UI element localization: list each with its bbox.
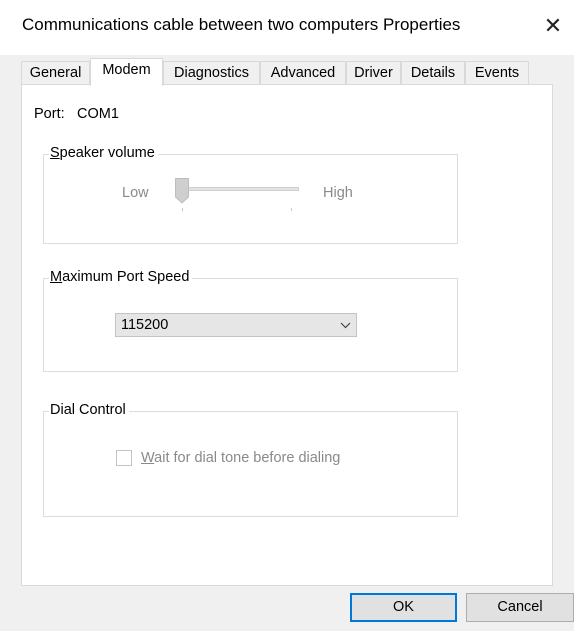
slider-thumb-shape xyxy=(175,178,189,204)
cancel-button[interactable]: Cancel xyxy=(466,593,574,622)
volume-slider-track xyxy=(178,187,299,191)
speaker-volume-title-rest: peaker volume xyxy=(59,145,155,161)
tab-general[interactable]: General xyxy=(21,61,90,85)
tab-events[interactable]: Events xyxy=(465,61,529,85)
wait-dial-tone-access-key: W xyxy=(141,450,155,466)
volume-low-label: Low xyxy=(122,185,149,201)
tab-modem[interactable]: Modem xyxy=(90,58,163,86)
properties-dialog: Communications cable between two compute… xyxy=(0,0,574,631)
wait-dial-tone-label[interactable]: Wait for dial tone before dialing xyxy=(141,450,340,466)
tab-details[interactable]: Details xyxy=(401,61,465,85)
ok-button[interactable]: OK xyxy=(350,593,457,622)
close-button[interactable]: ✕ xyxy=(540,12,566,40)
title-bar: Communications cable between two compute… xyxy=(0,0,574,55)
port-speed-value: 115200 xyxy=(121,317,169,333)
volume-high-label: High xyxy=(323,185,353,201)
port-value: COM1 xyxy=(77,106,119,122)
max-port-speed-title-rest: aximum Port Speed xyxy=(62,269,190,285)
chevron-down-icon xyxy=(340,314,351,343)
port-speed-select[interactable]: 115200 xyxy=(115,313,357,337)
speaker-volume-group: Speaker volume xyxy=(43,145,458,244)
speaker-volume-access-key: S xyxy=(50,145,60,161)
wait-dial-tone-checkbox[interactable] xyxy=(116,450,132,466)
tab-diagnostics[interactable]: Diagnostics xyxy=(163,61,260,85)
volume-tick-high xyxy=(291,208,292,211)
volume-slider-thumb[interactable] xyxy=(175,178,189,204)
tab-advanced[interactable]: Advanced xyxy=(260,61,346,85)
dial-control-title: Dial Control xyxy=(49,402,129,418)
wait-dial-tone-label-rest: ait for dial tone before dialing xyxy=(154,450,341,466)
port-label: Port: xyxy=(34,106,65,122)
speaker-volume-title: Speaker volume xyxy=(49,145,158,161)
window-title: Communications cable between two compute… xyxy=(22,15,461,34)
max-port-speed-access-key: M xyxy=(50,269,63,285)
tab-driver[interactable]: Driver xyxy=(346,61,401,85)
volume-tick-low xyxy=(182,208,183,211)
max-port-speed-title: Maximum Port Speed xyxy=(49,269,193,285)
